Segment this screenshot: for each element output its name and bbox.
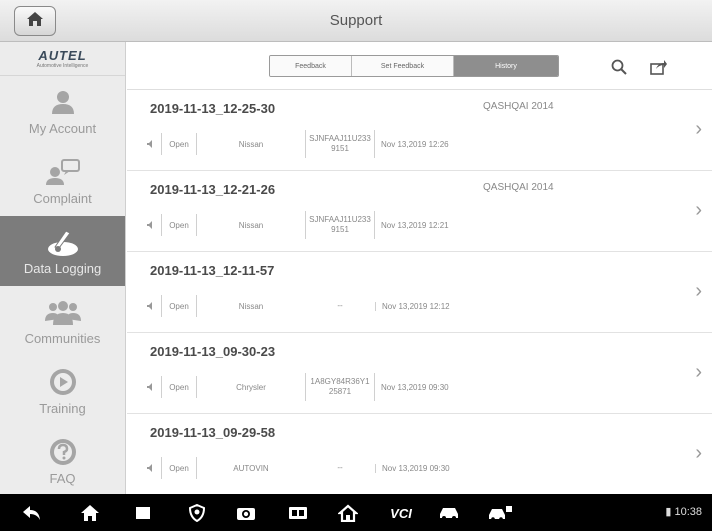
toolbar: Feedback Set Feedback History <box>127 42 712 90</box>
title-bar: Support <box>0 0 712 42</box>
sidebar-item-communities[interactable]: Communities <box>0 286 125 356</box>
recent-apps-icon[interactable] <box>132 502 154 524</box>
tab-history[interactable]: History <box>454 56 558 76</box>
status-clock: ▮ 10:38 <box>665 505 702 518</box>
question-icon <box>48 437 78 467</box>
clock-text: 10:38 <box>674 506 702 518</box>
logo-name: AUTEL <box>38 48 87 63</box>
record-make: Nissan <box>238 139 264 149</box>
speaker-icon <box>147 221 161 229</box>
play-icon <box>48 367 78 397</box>
sidebar-item-faq[interactable]: FAQ <box>0 426 125 496</box>
list-item[interactable]: 2019-11-13_12-25-30 QASHQAI 2014 Open Ni… <box>127 90 712 171</box>
record-date: Nov 13,2019 09:30 <box>375 463 450 473</box>
record-date: Nov 13,2019 12:21 <box>381 220 449 230</box>
record-status: Open <box>161 133 197 155</box>
record-date: Nov 13,2019 12:12 <box>375 301 450 311</box>
camera-icon[interactable] <box>234 502 258 524</box>
sidebar-item-label: Communities <box>24 330 101 346</box>
sidebar-item-my-account[interactable]: My Account <box>0 76 125 146</box>
speaker-icon <box>147 302 161 310</box>
record-title: 2019-11-13_12-21-26 <box>150 182 276 197</box>
back-icon[interactable] <box>20 502 44 524</box>
data-logging-icon <box>46 227 80 257</box>
complaint-icon <box>45 157 81 187</box>
record-vin: -- <box>337 300 343 310</box>
car-icon[interactable] <box>436 502 462 524</box>
autel-logo: AUTEL Automotive Intelligence <box>0 42 125 76</box>
record-status: Open <box>161 457 197 479</box>
speaker-icon <box>147 140 161 148</box>
sidebar: AUTEL Automotive Intelligence My Account… <box>0 42 126 494</box>
record-status: Open <box>161 214 197 236</box>
sidebar-item-complaint[interactable]: Complaint <box>0 146 125 216</box>
home-icon[interactable] <box>78 502 102 524</box>
record-status: Open <box>161 376 197 398</box>
group-icon <box>44 297 81 327</box>
chevron-right-icon: › <box>695 442 702 464</box>
list-item[interactable]: 2019-11-13_09-30-23 Open Chrysler 1A8GY8… <box>127 333 712 414</box>
sidebar-item-label: FAQ <box>49 470 76 486</box>
vehicle-service-icon[interactable] <box>486 502 516 524</box>
sidebar-item-data-logging[interactable]: Data Logging <box>0 216 125 286</box>
record-make: Nissan <box>238 301 264 311</box>
chevron-right-icon: › <box>695 280 702 302</box>
tab-group: Feedback Set Feedback History <box>269 55 559 77</box>
chevron-right-icon: › <box>695 118 702 140</box>
sidebar-item-label: My Account <box>28 120 97 136</box>
logo-tagline: Automotive Intelligence <box>36 63 89 69</box>
record-model: QASHQAI 2014 <box>483 182 554 193</box>
record-make: AUTOVIN <box>233 463 269 473</box>
record-vin: -- <box>337 462 343 472</box>
share-icon[interactable] <box>648 56 670 78</box>
main-content: Feedback Set Feedback History 2019-11-13… <box>127 42 712 494</box>
vci-button[interactable]: VCI <box>384 502 418 524</box>
record-make: Nissan <box>238 220 264 230</box>
display-icon[interactable] <box>286 502 310 524</box>
battery-icon: ▮ <box>665 506 672 518</box>
sidebar-item-training[interactable]: Training <box>0 356 125 426</box>
speaker-icon <box>147 464 161 472</box>
tab-set-feedback[interactable]: Set Feedback <box>352 56 454 76</box>
list-item[interactable]: 2019-11-13_09-29-58 Open AUTOVIN -- Nov … <box>127 414 712 495</box>
page-title: Support <box>329 12 383 29</box>
sidebar-item-label: Training <box>39 400 86 416</box>
shield-icon[interactable] <box>186 502 208 524</box>
record-vin: SJNFAAJ11U2339151 <box>305 130 375 158</box>
record-date: Nov 13,2019 12:26 <box>381 139 449 149</box>
person-icon <box>50 87 76 117</box>
system-nav-bar: VCI ▮ 10:38 <box>0 494 712 531</box>
speaker-icon <box>147 383 161 391</box>
record-make: Chrysler <box>236 382 266 392</box>
sidebar-item-label: Complaint <box>33 190 92 206</box>
record-vin: SJNFAAJ11U2339151 <box>305 211 375 239</box>
record-title: 2019-11-13_09-30-23 <box>150 344 276 359</box>
record-title: 2019-11-13_09-29-58 <box>150 425 276 440</box>
sidebar-item-label: Data Logging <box>23 260 102 276</box>
list-item[interactable]: 2019-11-13_12-21-26 QASHQAI 2014 Open Ni… <box>127 171 712 252</box>
chevron-right-icon: › <box>695 199 702 221</box>
record-date: Nov 13,2019 09:30 <box>381 382 449 392</box>
record-vin: 1A8GY84R36Y125871 <box>305 373 375 401</box>
search-icon[interactable] <box>608 56 630 78</box>
record-title: 2019-11-13_12-25-30 <box>150 101 276 116</box>
tab-feedback[interactable]: Feedback <box>270 56 352 76</box>
record-title: 2019-11-13_12-11-57 <box>150 263 275 278</box>
record-list: 2019-11-13_12-25-30 QASHQAI 2014 Open Ni… <box>127 90 712 495</box>
chevron-right-icon: › <box>695 361 702 383</box>
record-model: QASHQAI 2014 <box>483 101 554 112</box>
home-outline-icon[interactable] <box>336 502 360 524</box>
list-item[interactable]: 2019-11-13_12-11-57 Open Nissan -- Nov 1… <box>127 252 712 333</box>
record-status: Open <box>161 295 197 317</box>
